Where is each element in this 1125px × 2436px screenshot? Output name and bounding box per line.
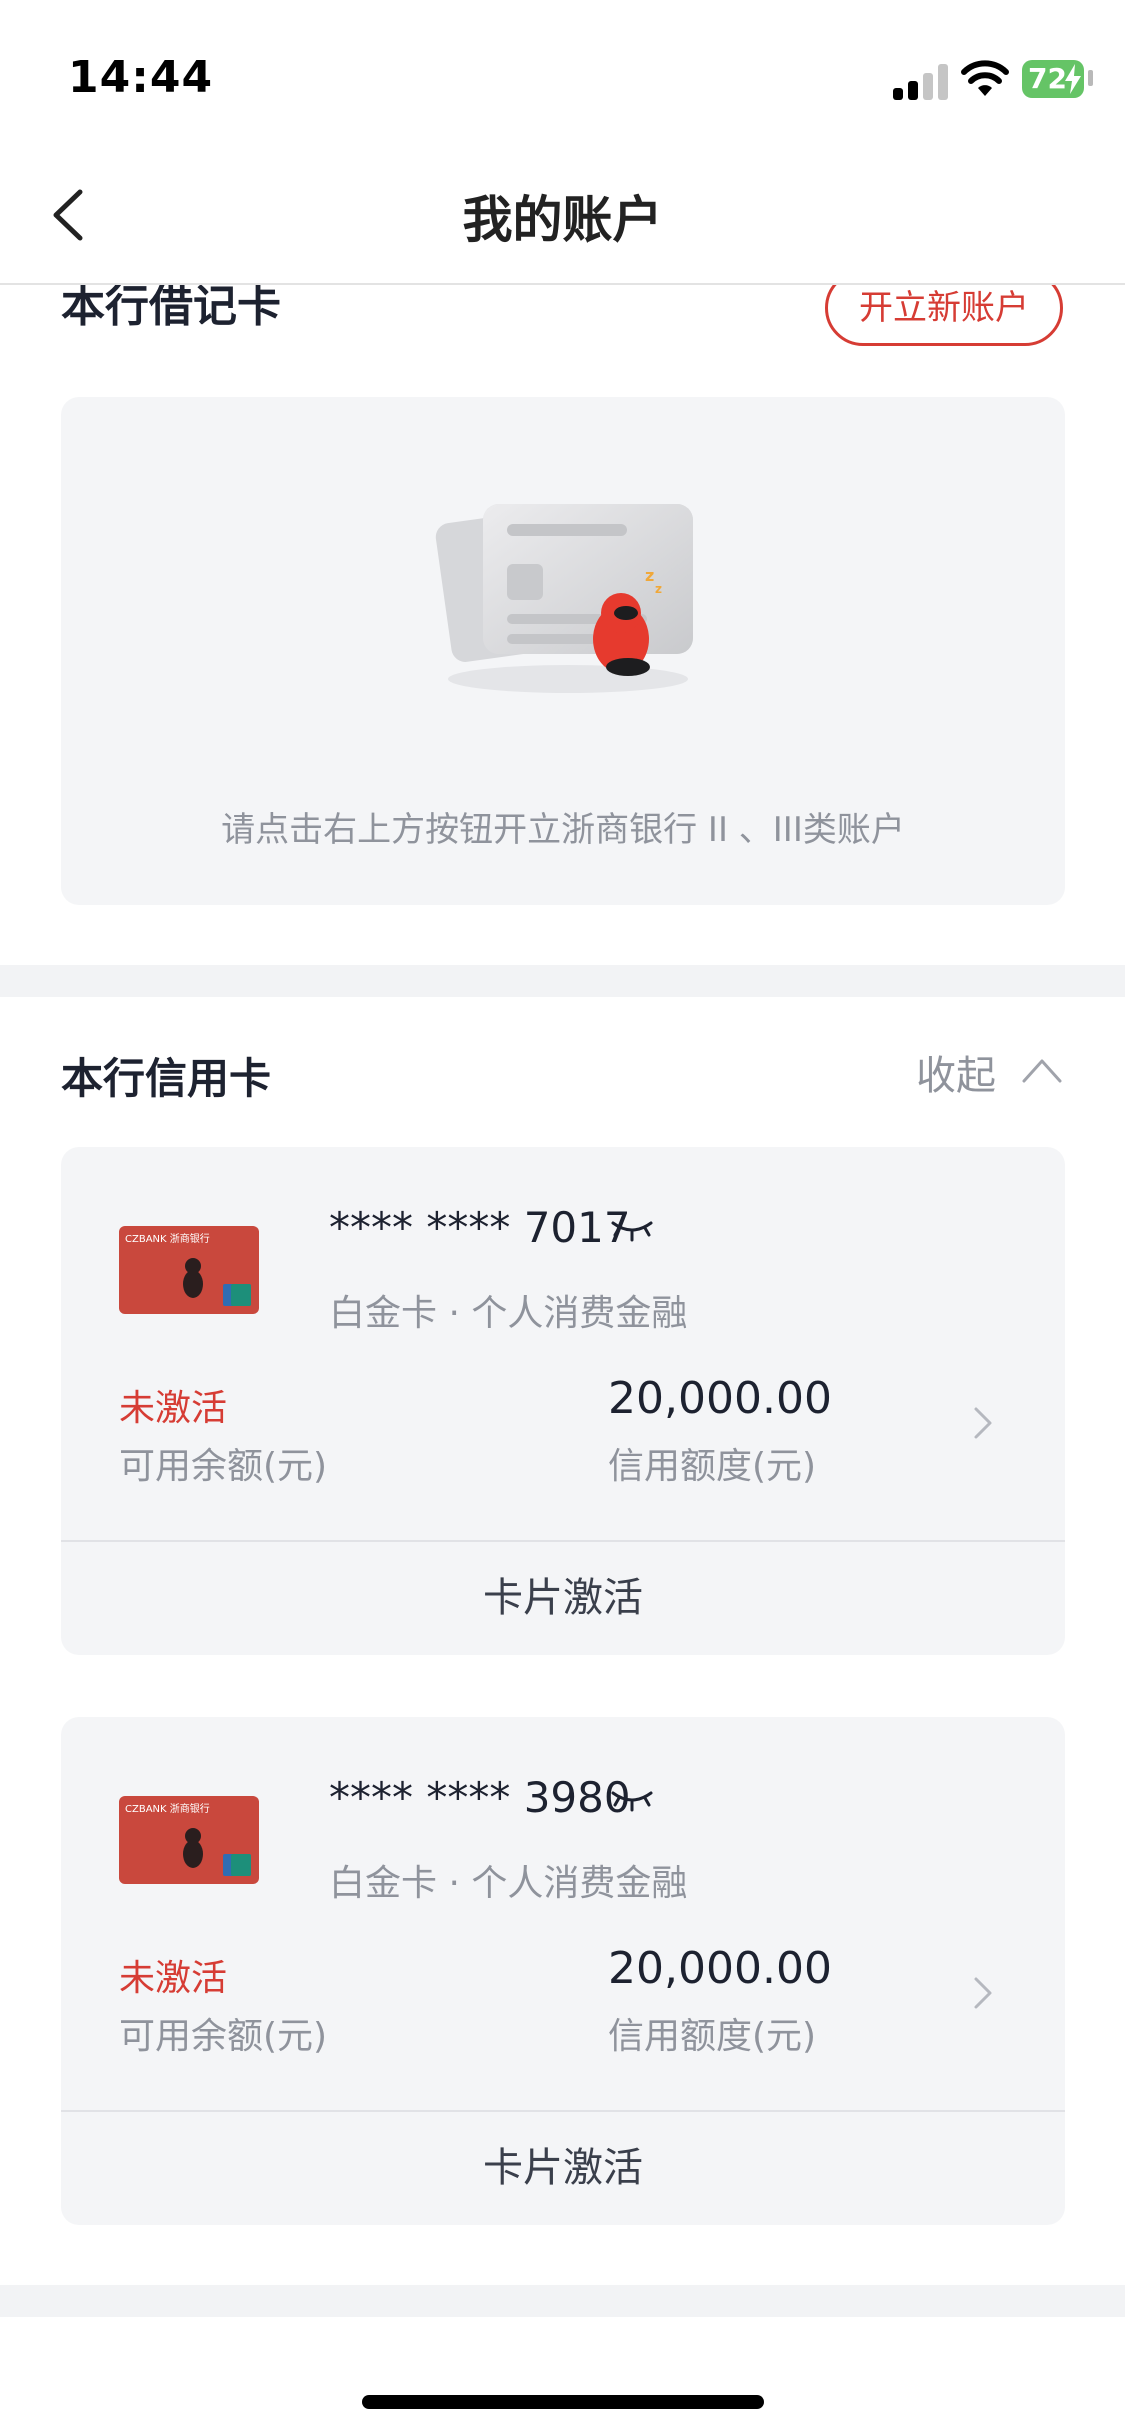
chevron-right-icon[interactable] xyxy=(971,1973,995,2013)
page-title: 我的账户 xyxy=(462,191,663,249)
activate-card-button[interactable]: 卡片激活 xyxy=(61,2112,1065,2225)
credit-section-title: 本行信用卡 xyxy=(61,1054,272,1103)
svg-text:z: z xyxy=(655,582,662,596)
card-number: **** **** 3980 xyxy=(329,1773,631,1822)
nav-bar: 我的账户 xyxy=(0,150,1125,285)
charging-bolt-icon xyxy=(1065,64,1081,94)
activation-status: 未激活 xyxy=(119,1958,228,1999)
credit-card-thumbnail: CZBANK 浙商银行 xyxy=(119,1796,259,1884)
section-divider xyxy=(0,965,1125,997)
available-balance-label: 可用余额(元) xyxy=(119,1446,328,1487)
debit-empty-panel: z z 请点击右上方按钮开立浙商银行 II 、III类账户 xyxy=(61,397,1065,905)
cellular-signal-icon xyxy=(893,62,949,100)
wifi-icon xyxy=(961,60,1009,96)
credit-card-section-header: 本行信用卡 收起 xyxy=(0,995,1125,1145)
available-balance-label: 可用余额(元) xyxy=(119,2016,328,2057)
empty-cards-illustration: z z xyxy=(435,504,693,693)
card-number: **** **** 7017 xyxy=(329,1203,631,1252)
activate-card-button[interactable]: 卡片激活 xyxy=(61,1542,1065,1655)
empty-hint-text: 请点击右上方按钮开立浙商银行 II 、III类账户 xyxy=(221,810,905,850)
credit-card-item[interactable]: CZBANK 浙商银行 **** **** 7017 白金卡 · 个人消费金融 … xyxy=(61,1147,1065,1655)
card-type: 白金卡 · 个人消费金融 xyxy=(329,1863,688,1904)
credit-limit-label: 信用额度(元) xyxy=(608,1446,817,1487)
card-brand-text: CZBANK 浙商银行 xyxy=(125,1232,210,1245)
battery-cap xyxy=(1088,70,1093,86)
credit-limit-value: 20,000.00 xyxy=(608,1943,832,1994)
chevron-up-icon[interactable] xyxy=(1018,1051,1066,1087)
credit-card-item[interactable]: CZBANK 浙商银行 **** **** 3980 白金卡 · 个人消费金融 … xyxy=(61,1717,1065,2225)
svg-text:z: z xyxy=(645,566,654,585)
eye-closed-icon[interactable] xyxy=(609,1215,655,1243)
home-indicator xyxy=(362,2395,764,2409)
activation-status: 未激活 xyxy=(119,1388,228,1429)
credit-limit-value: 20,000.00 xyxy=(608,1373,832,1424)
card-brand-text: CZBANK 浙商银行 xyxy=(125,1802,210,1815)
section-divider xyxy=(0,2285,1125,2317)
status-bar: 14:44 72 xyxy=(0,0,1125,150)
collapse-toggle[interactable]: 收起 xyxy=(916,1043,996,1101)
chevron-right-icon[interactable] xyxy=(971,1403,995,1443)
credit-limit-label: 信用额度(元) xyxy=(608,2016,817,2057)
card-type: 白金卡 · 个人消费金融 xyxy=(329,1293,688,1334)
status-time: 14:44 xyxy=(68,52,214,103)
eye-closed-icon[interactable] xyxy=(609,1785,655,1813)
debit-card-section: 本行借记卡 开立新账户 z z 请点击右上方按钮开立浙商银行 II 、III类账… xyxy=(0,270,1125,964)
credit-card-thumbnail: CZBANK 浙商银行 xyxy=(119,1226,259,1314)
